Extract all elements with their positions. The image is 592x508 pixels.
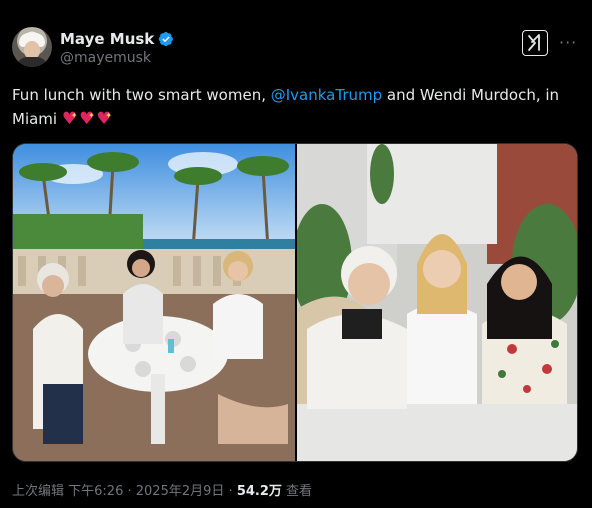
separator: ·	[123, 484, 136, 499]
tweet-header: Maye Musk @mayemusk ···	[12, 27, 580, 71]
three-women-portrait-photo[interactable]	[297, 144, 577, 461]
tweet-text: Fun lunch with two smart women, @IvankaT…	[12, 83, 582, 131]
sparkling-heart-icon: ♥	[62, 104, 78, 131]
grok-icon[interactable]	[522, 30, 548, 56]
more-options-icon[interactable]: ···	[559, 33, 577, 52]
sparkling-heart-icon: ♥	[96, 104, 112, 131]
separator: ·	[224, 484, 237, 499]
tweet-meta: 上次编辑 下午6:26 · 2025年2月9日 · 54.2万 查看	[12, 480, 312, 499]
tweet-date[interactable]: 2025年2月9日	[136, 484, 225, 499]
tweet-text-start: Fun lunch with two smart women,	[12, 86, 271, 104]
handle[interactable]: @mayemusk	[60, 50, 151, 66]
edited-label[interactable]: 上次编辑	[12, 484, 64, 499]
display-name[interactable]: Maye Musk	[60, 30, 154, 48]
emoji-group: ♥♥♥	[62, 104, 114, 131]
lunch-table-photo[interactable]	[13, 144, 295, 461]
verified-badge-icon	[159, 31, 174, 47]
top-fade	[0, 0, 592, 10]
mention-link[interactable]: @IvankaTrump	[271, 86, 382, 104]
views-label: 查看	[281, 484, 313, 499]
name-row: Maye Musk	[60, 30, 174, 48]
avatar[interactable]	[12, 27, 52, 67]
media-grid	[12, 143, 578, 462]
sparkling-heart-icon: ♥	[79, 104, 95, 131]
view-count: 54.2万	[236, 484, 282, 499]
tweet-time[interactable]: 下午6:26	[68, 484, 123, 499]
